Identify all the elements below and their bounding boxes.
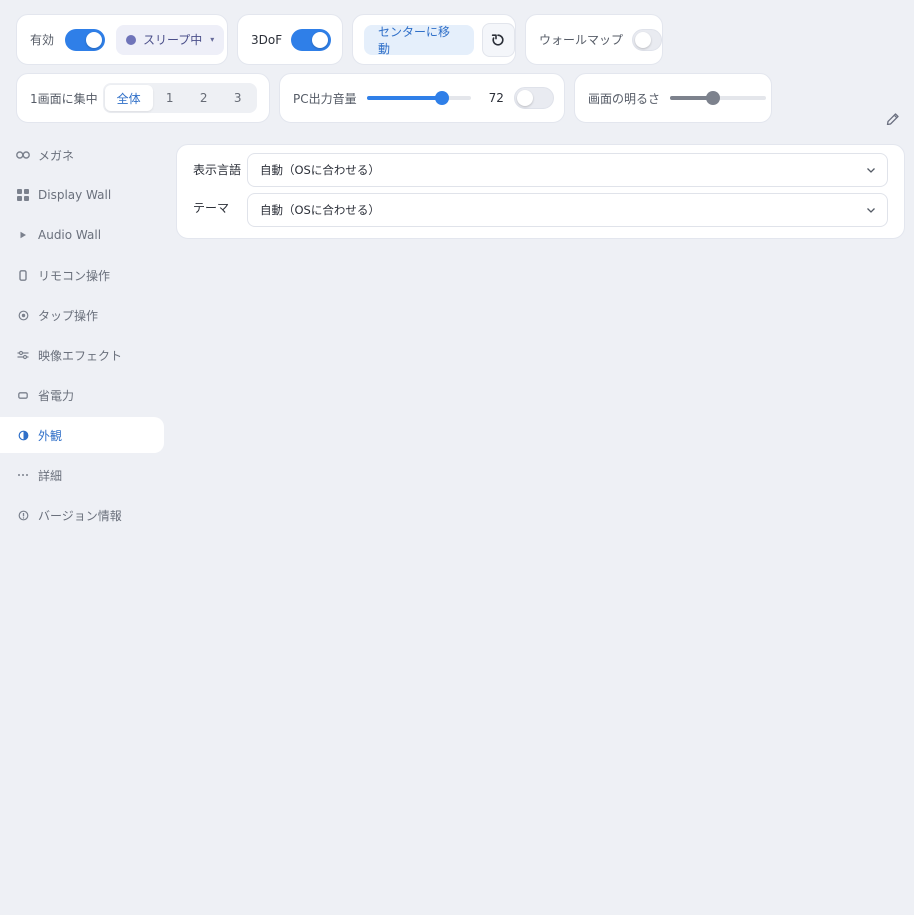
focus-option-all[interactable]: 全体	[104, 85, 153, 111]
brightness-label: 画面の明るさ	[588, 91, 661, 106]
sidebar-item-label: 省電力	[38, 388, 75, 403]
sleep-dropdown[interactable]: スリープ中 ▾	[116, 24, 225, 55]
wallmap-label: ウォールマップ	[539, 33, 624, 47]
theme-label: テーマ	[193, 201, 230, 215]
enabled-label: 有効	[30, 33, 55, 47]
brightness-slider[interactable]	[670, 88, 767, 108]
wallmap-toggle[interactable]	[632, 28, 662, 51]
dof-toggle[interactable]	[291, 28, 332, 51]
sidebar-item-label: リモコン操作	[38, 268, 111, 283]
sleep-label: スリープ中	[143, 33, 203, 47]
enabled-toggle[interactable]	[65, 28, 106, 51]
info-icon	[16, 510, 30, 521]
volume-label: PC出力音量	[293, 91, 357, 106]
sidebar-item-display-wall[interactable]: Display Wall	[0, 177, 164, 213]
chevron-down-icon	[867, 208, 875, 213]
sliders-icon	[16, 350, 30, 360]
brightness-thumb[interactable]	[706, 91, 721, 105]
appearance-panel: 表示言語 自動（OSに合わせる） テーマ 自動（OSに合わせる）	[176, 144, 905, 239]
volume-fill	[366, 96, 442, 100]
focus-card: 1画面に集中 全体 1 2 3	[16, 73, 270, 123]
refresh-button[interactable]	[481, 22, 515, 57]
more-icon	[16, 473, 30, 477]
focus-label: 1画面に集中	[30, 91, 98, 106]
grid-icon	[16, 189, 30, 201]
language-select[interactable]: 自動（OSに合わせる）	[247, 153, 888, 187]
volume-card: PC出力音量 72	[279, 73, 565, 123]
battery-icon	[16, 391, 30, 399]
volume-slider[interactable]	[366, 88, 471, 108]
language-label: 表示言語	[193, 163, 242, 177]
refresh-icon	[492, 33, 504, 46]
volume-value: 72	[488, 91, 504, 105]
volume-toggle[interactable]	[513, 87, 554, 109]
center-button-label: センターに移動	[378, 24, 451, 56]
sidebar-item-glasses[interactable]: メガネ	[0, 137, 164, 173]
center-button[interactable]: センターに移動	[364, 24, 474, 56]
contrast-icon	[16, 430, 30, 441]
sidebar-item-label: Audio Wall	[38, 228, 102, 242]
sidebar-item-remote[interactable]: リモコン操作	[0, 257, 164, 293]
center-card: センターに移動	[352, 14, 516, 65]
chevron-down-icon	[867, 168, 875, 173]
theme-value: 自動（OSに合わせる）	[260, 203, 380, 217]
volume-thumb[interactable]	[434, 91, 449, 105]
dof-card: 3DoF	[237, 14, 343, 65]
focus-option-2[interactable]: 2	[187, 85, 221, 111]
sidebar-item-details[interactable]: 詳細	[0, 457, 164, 493]
sidebar-item-video-effects[interactable]: 映像エフェクト	[0, 337, 164, 373]
focus-option-3[interactable]: 3	[221, 85, 255, 111]
sidebar: メガネ Display Wall Audio Wall リモコン操作 タップ操作…	[0, 137, 164, 537]
focus-option-1[interactable]: 1	[153, 85, 187, 111]
tap-icon	[16, 310, 30, 321]
theme-row: テーマ 自動（OSに合わせる）	[177, 193, 904, 227]
play-icon	[16, 231, 30, 239]
edit-icon[interactable]	[885, 110, 901, 126]
language-value: 自動（OSに合わせる）	[260, 163, 380, 177]
sidebar-item-tap[interactable]: タップ操作	[0, 297, 164, 333]
glasses-icon	[16, 151, 30, 159]
theme-select[interactable]: 自動（OSに合わせる）	[247, 193, 888, 227]
sidebar-item-version[interactable]: バージョン情報	[0, 497, 164, 533]
sidebar-item-label: バージョン情報	[38, 508, 122, 523]
sidebar-item-label: メガネ	[38, 148, 75, 163]
language-row: 表示言語 自動（OSに合わせる）	[177, 153, 904, 187]
sidebar-item-audio-wall[interactable]: Audio Wall	[0, 217, 164, 253]
sidebar-item-label: 詳細	[38, 468, 63, 483]
remote-icon	[16, 269, 30, 281]
brightness-card: 画面の明るさ	[574, 73, 772, 123]
dof-label: 3DoF	[251, 32, 283, 47]
sidebar-item-label: 映像エフェクト	[38, 348, 123, 363]
wallmap-card: ウォールマップ	[525, 14, 663, 65]
sidebar-item-label: 外観	[38, 428, 63, 443]
sidebar-item-appearance[interactable]: 外観	[0, 417, 164, 453]
sidebar-item-label: Display Wall	[38, 188, 112, 202]
sleep-status-dot	[126, 34, 137, 45]
caret-down-icon: ▾	[210, 35, 215, 44]
enabled-card: 有効 スリープ中 ▾	[16, 14, 228, 65]
focus-segmented-control: 全体 1 2 3	[102, 83, 257, 113]
sidebar-item-label: タップ操作	[38, 308, 99, 323]
sidebar-item-power-saving[interactable]: 省電力	[0, 377, 164, 413]
